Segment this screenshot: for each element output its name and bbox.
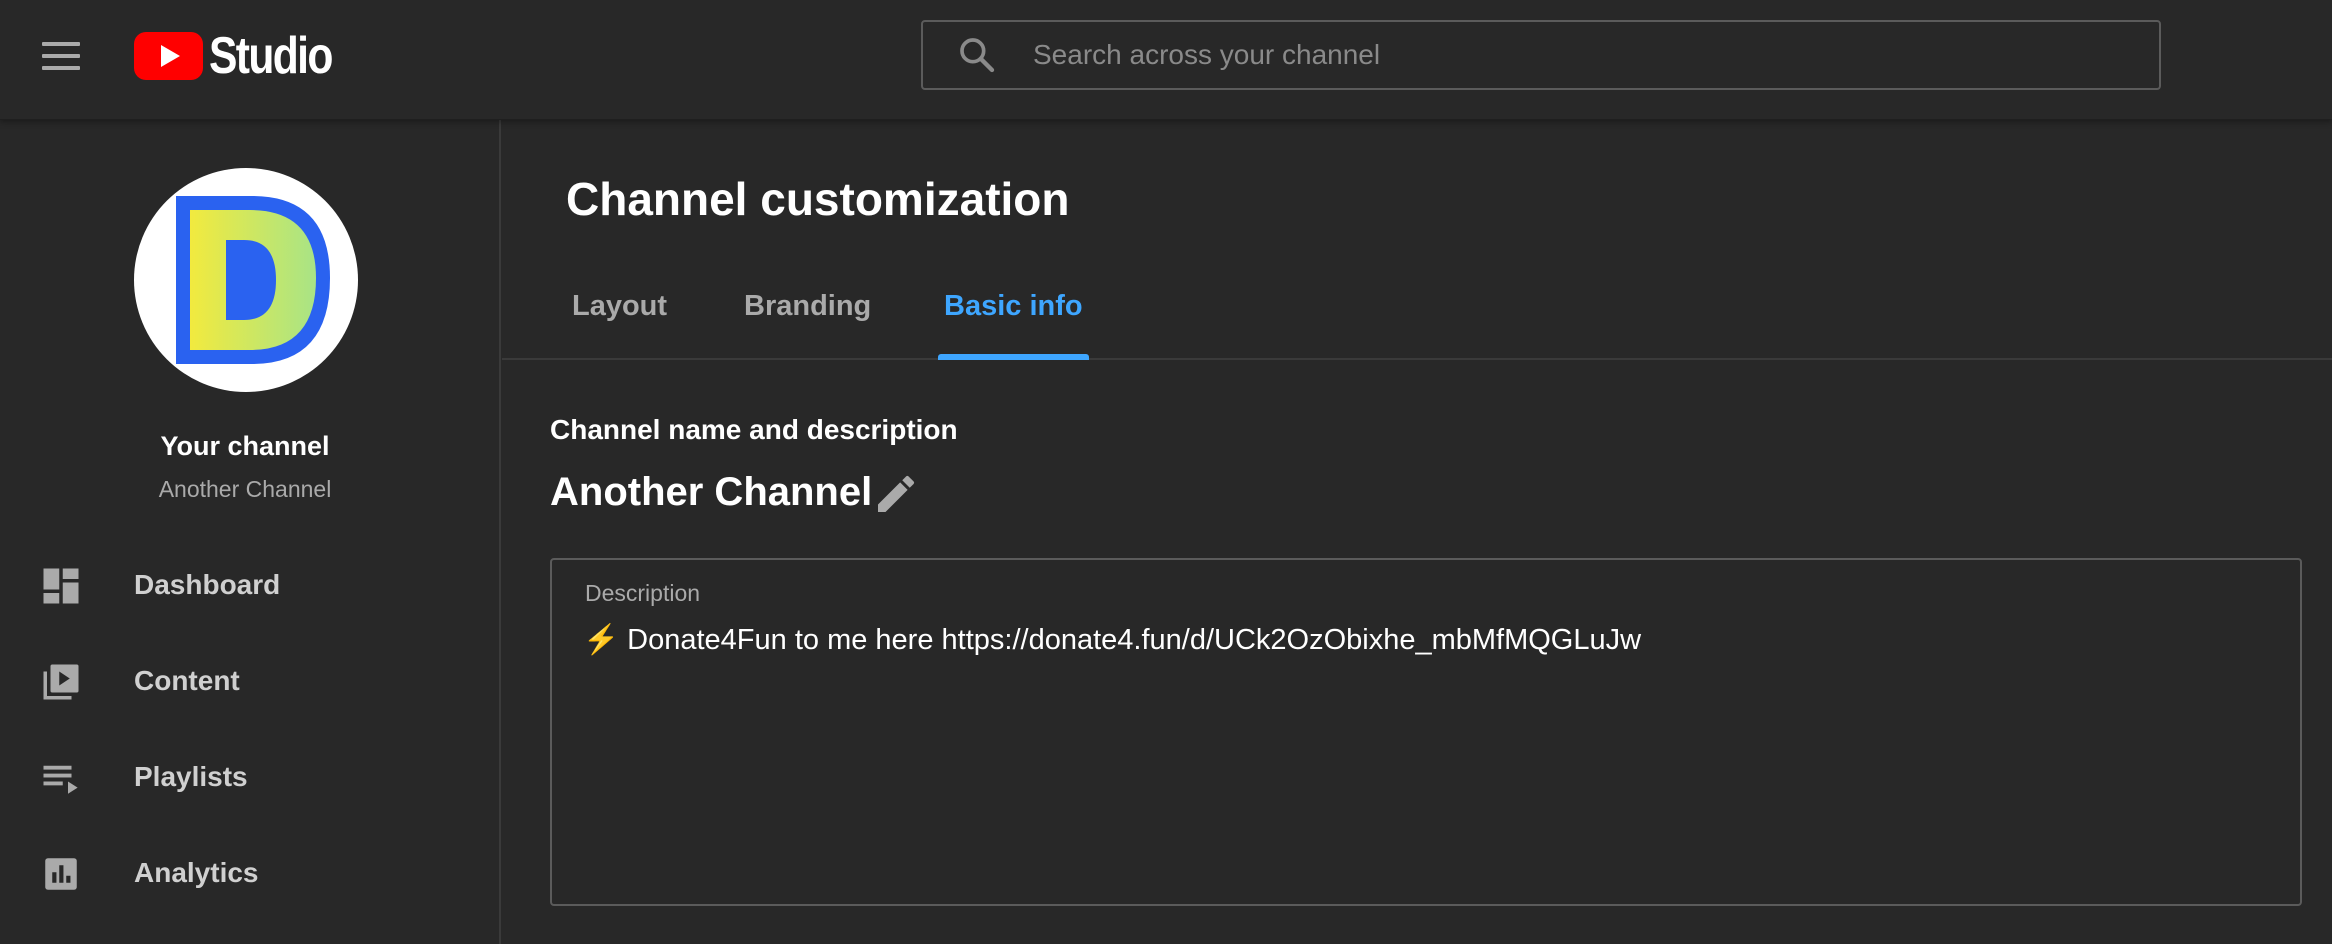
sidebar: Your channel Another Channel Dashboard C…: [0, 120, 501, 944]
tab-branding[interactable]: Branding: [738, 290, 877, 358]
pencil-icon[interactable]: [872, 470, 920, 518]
your-channel-label: Your channel: [160, 431, 330, 461]
sidebar-item-dashboard[interactable]: Dashboard: [0, 537, 499, 633]
description-label: Description: [585, 580, 701, 606]
tab-layout[interactable]: Layout: [566, 290, 673, 358]
page-title: Channel customization: [566, 173, 1070, 225]
tab-bar: Layout Branding Basic info: [502, 270, 2332, 360]
sidebar-item-label: Playlists: [134, 761, 248, 792]
tab-basic-info[interactable]: Basic info: [938, 290, 1089, 360]
search-icon[interactable]: [957, 35, 997, 75]
search-input[interactable]: [1031, 24, 2159, 86]
menu-icon[interactable]: [30, 30, 94, 82]
section-title: Channel name and description: [550, 414, 958, 445]
studio-logo[interactable]: Studio: [134, 26, 359, 86]
sidebar-item-content[interactable]: Content: [0, 633, 499, 729]
search-bar[interactable]: [921, 20, 2161, 90]
logo-text: Studio: [209, 27, 333, 85]
description-textarea[interactable]: ⚡ Donate4Fun to me here https://donate4.…: [583, 620, 2263, 880]
sidebar-item-label: Analytics: [134, 857, 259, 888]
playlists-icon: [43, 765, 78, 794]
content-icon: [43, 664, 79, 700]
analytics-icon: [45, 858, 77, 890]
channel-avatar[interactable]: [134, 168, 358, 392]
sidebar-item-playlists[interactable]: Playlists: [0, 729, 499, 825]
top-bar: Studio: [0, 0, 2332, 120]
avatar-d-logo: [176, 196, 330, 364]
sidebar-item-analytics[interactable]: Analytics: [0, 825, 499, 921]
channel-name-display: Another Channel: [550, 470, 873, 514]
dashboard-icon: [43, 568, 79, 604]
youtube-play-icon: [134, 32, 203, 80]
sidebar-item-label: Dashboard: [134, 569, 281, 600]
description-field[interactable]: Description ⚡ Donate4Fun to me here http…: [550, 558, 2302, 906]
sidebar-item-label: Content: [134, 665, 240, 696]
channel-name-label: Another Channel: [158, 476, 332, 502]
